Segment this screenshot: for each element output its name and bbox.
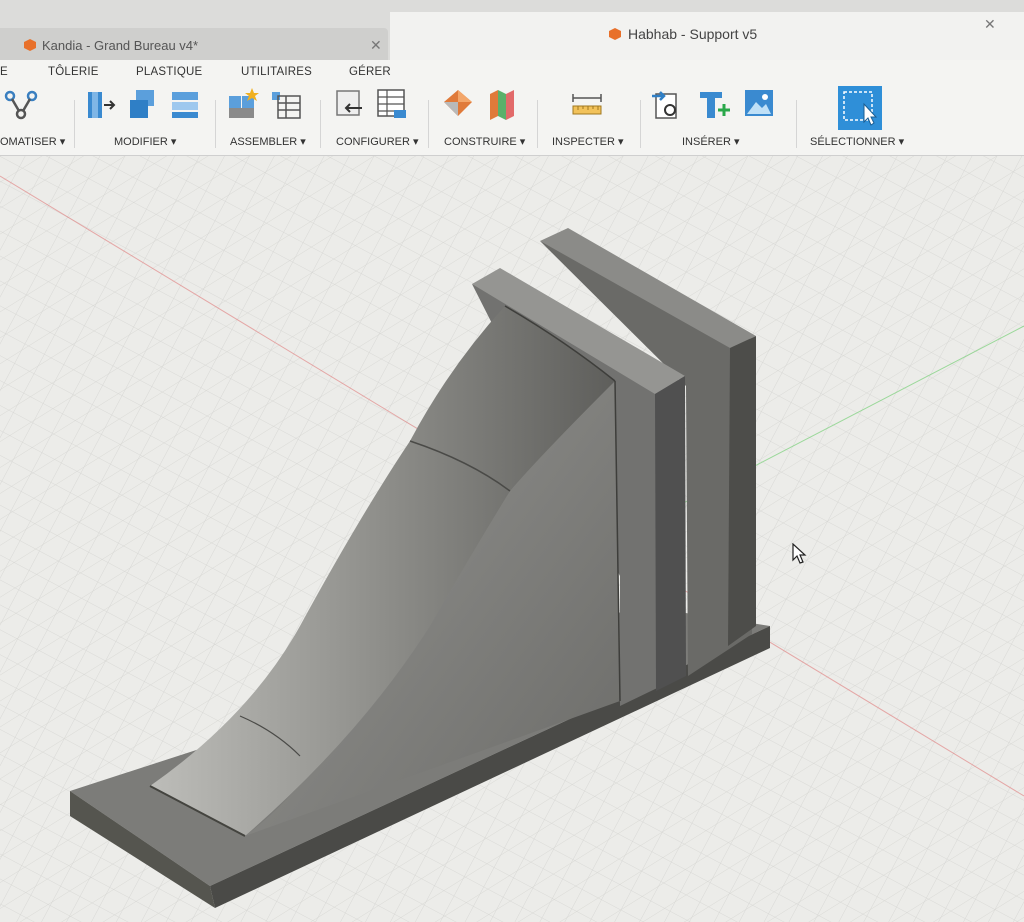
group-modifier[interactable]: MODIFIER ▾ [84,86,212,152]
insert-image-icon[interactable] [742,86,776,122]
toolbar-divider [796,100,797,148]
ribbon-toolbar: E TÔLERIE PLASTIQUE UTILITAIRES GÉRER OM… [0,60,1024,156]
toolbar-divider [428,100,429,148]
group-assembler[interactable]: ASSEMBLER ▾ [226,86,316,152]
plane-icon[interactable] [442,86,476,122]
group-construire[interactable]: CONSTRUIRE ▾ [442,86,532,152]
group-label: SÉLECTIONNER ▾ [810,136,905,148]
automatiser-icon[interactable] [4,86,38,122]
joint-icon[interactable] [226,86,260,122]
support-3d-model[interactable] [0,156,1024,922]
midplane-icon[interactable] [484,86,518,122]
toolbar-divider [640,100,641,148]
configure-icon[interactable] [332,86,366,122]
group-label: MODIFIER ▾ [114,136,177,148]
toolbar-divider [537,100,538,148]
group-automatiser[interactable]: OMATISER ▾ [0,86,70,152]
toolbar-divider [74,100,75,148]
tab-title: Habhab - Support v5 [628,26,758,42]
menu-tab-tolerie[interactable]: TÔLERIE [48,66,99,78]
group-label: ASSEMBLER ▾ [230,136,306,148]
table-icon[interactable] [268,86,302,122]
toolbar-divider [215,100,216,148]
tab-kandia-grand-bureau[interactable]: Kandia - Grand Bureau v4* ✕ [0,28,388,62]
tab-habhab-support[interactable]: Habhab - Support v5 ✕ [390,12,1024,60]
group-label: CONFIGURER ▾ [336,136,419,148]
fusion-window: Kandia - Grand Bureau v4* ✕ Habhab - Sup… [0,0,1024,922]
group-label: INSÉRER ▾ [682,136,740,148]
group-configurer[interactable]: CONFIGURER ▾ [332,86,424,152]
group-label: OMATISER ▾ [0,136,66,148]
measure-icon[interactable] [570,86,604,122]
insert-link-icon[interactable] [650,86,684,122]
back-wall-side [728,336,756,646]
group-selectionner[interactable]: SÉLECTIONNER ▾ [808,86,918,152]
toolbar-divider [320,100,321,148]
insert-text-icon[interactable] [696,86,730,122]
document-tab-bar: Kandia - Grand Bureau v4* ✕ Habhab - Sup… [0,0,1024,62]
menu-tab-e[interactable]: E [0,66,8,78]
menu-tab-gerer[interactable]: GÉRER [349,66,391,78]
group-label: INSPECTER ▾ [552,136,624,148]
mouse-cursor-icon [792,543,807,564]
tab-title: Kandia - Grand Bureau v4* [42,37,199,53]
close-icon[interactable]: ✕ [370,37,382,54]
document-cube-icon [609,28,621,40]
select-icon[interactable] [838,86,882,130]
front-wall-side [655,376,686,691]
document-cube-icon [24,39,36,51]
parameters-icon[interactable] [374,86,408,122]
canvas-viewport[interactable] [0,156,1024,922]
group-label: CONSTRUIRE ▾ [444,136,526,148]
push-pull-icon[interactable] [84,86,118,122]
group-inserer[interactable]: INSÉRER ▾ [650,86,790,152]
group-inspecter[interactable]: INSPECTER ▾ [552,86,632,152]
combine-icon[interactable] [126,86,160,122]
menu-tab-plastique[interactable]: PLASTIQUE [136,66,202,78]
close-icon[interactable]: ✕ [984,16,996,33]
menu-tab-utilitaires[interactable]: UTILITAIRES [241,66,312,78]
shell-icon[interactable] [168,86,202,122]
